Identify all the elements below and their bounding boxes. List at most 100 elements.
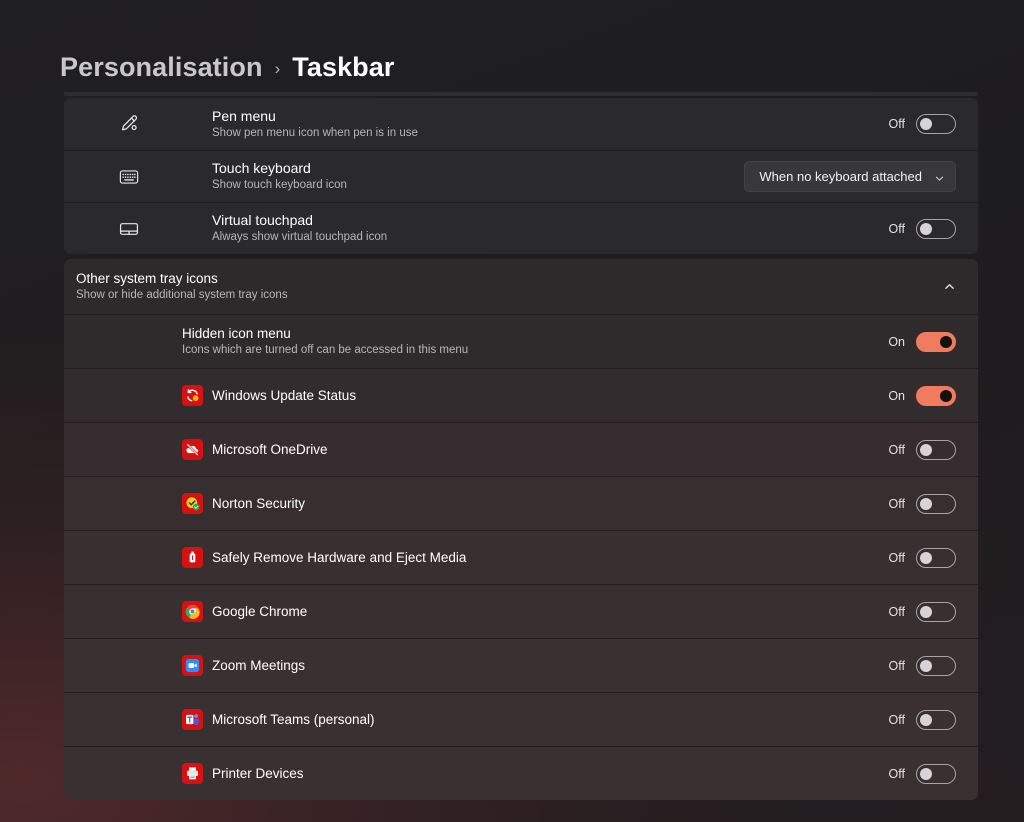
app-identity-cell: Microsoft Teams (personal): [64, 709, 375, 730]
toggle-knob: [920, 118, 932, 130]
hidden-icon-menu-toggle[interactable]: [916, 331, 956, 352]
pen-icon: [118, 113, 140, 135]
tray-app-row[interactable]: Norton Security Off: [64, 476, 978, 530]
row-title: Pen menu: [212, 107, 276, 124]
tray-app-label: Zoom Meetings: [212, 658, 306, 673]
input-icons-card: Pen menu Show pen menu icon when pen is …: [64, 98, 978, 254]
settings-row-touch-keyboard[interactable]: Touch keyboard Show touch keyboard icon …: [64, 150, 978, 202]
norton-security-icon: [182, 493, 203, 514]
tray-app-row[interactable]: Google Chrome Off: [64, 584, 978, 638]
touch-keyboard-dropdown[interactable]: When no keyboard attached: [744, 161, 956, 192]
toggle-state-label: On: [888, 388, 905, 403]
google-chrome-toggle[interactable]: [916, 601, 956, 622]
row-control-cell: Off: [886, 709, 956, 730]
tray-app-row[interactable]: Microsoft OneDrive Off: [64, 422, 978, 476]
tray-app-row[interactable]: Microsoft Teams (personal) Off: [64, 692, 978, 746]
toggle-knob: [920, 605, 932, 618]
row-text-cell: Pen menu Show pen menu icon when pen is …: [212, 108, 886, 141]
chevron-down-icon: [934, 171, 945, 182]
settings-row-hidden-icon-menu[interactable]: Hidden icon menu Icons which are turned …: [64, 314, 978, 368]
tray-app-row[interactable]: Windows Update Status On: [64, 368, 978, 422]
toggle-knob: [920, 713, 932, 726]
row-control-cell: On: [886, 385, 956, 406]
breadcrumb-separator-icon: ›: [274, 59, 281, 78]
virtual-touchpad-toggle[interactable]: [916, 218, 956, 239]
toggle-knob: [940, 335, 952, 348]
toggle-state-label: On: [888, 334, 905, 349]
norton-security-toggle[interactable]: [916, 493, 956, 514]
app-identity-cell: Norton Security: [64, 493, 305, 514]
app-identity-cell: Windows Update Status: [64, 385, 356, 406]
app-identity-cell: Google Chrome: [64, 601, 307, 622]
app-identity-cell: Microsoft OneDrive: [64, 439, 328, 460]
expander-title: Other system tray icons: [76, 271, 218, 286]
row-control-cell: Off: [886, 218, 956, 239]
tray-app-label: Printer Devices: [212, 766, 304, 781]
breadcrumb-link-personalisation[interactable]: Personalisation: [60, 52, 263, 83]
microsoft-teams-toggle[interactable]: [916, 709, 956, 730]
toggle-state-label: Off: [888, 496, 905, 511]
microsoft-onedrive-toggle[interactable]: [916, 439, 956, 460]
touchpad-icon: [118, 218, 140, 240]
row-subtitle: Show pen menu icon when pen is in use: [212, 126, 418, 139]
breadcrumb: Personalisation › Taskbar: [60, 48, 395, 86]
printer-devices-toggle[interactable]: [916, 763, 956, 784]
zoom-meetings-icon: [182, 655, 203, 676]
toggle-knob: [920, 659, 932, 672]
row-subtitle: Icons which are turned off can be access…: [182, 344, 469, 356]
toggle-state-label: Off: [888, 550, 905, 565]
toggle-state-label: Off: [888, 117, 905, 131]
row-icon-cell: [64, 218, 212, 240]
row-title: Hidden icon menu: [182, 326, 291, 341]
tray-app-row[interactable]: Safely Remove Hardware and Eject Media O…: [64, 530, 978, 584]
tray-app-row[interactable]: Zoom Meetings Off: [64, 638, 978, 692]
toggle-knob: [920, 443, 932, 456]
scrolled-card-sliver: [64, 92, 978, 96]
dropdown-selected-value: When no keyboard attached: [759, 169, 922, 184]
app-identity-cell: Printer Devices: [64, 763, 304, 784]
printer-devices-icon: [182, 763, 203, 784]
tray-app-label: Microsoft Teams (personal): [212, 712, 375, 727]
settings-row-virtual-touchpad[interactable]: Virtual touchpad Always show virtual tou…: [64, 202, 978, 254]
row-subtitle: Show touch keyboard icon: [212, 179, 347, 191]
windows-update-icon: [182, 385, 203, 406]
expander-header-other-system-tray-icons[interactable]: Other system tray icons Show or hide add…: [64, 259, 978, 314]
row-control-cell: On: [886, 331, 956, 352]
chevron-up-icon[interactable]: [943, 280, 956, 293]
app-identity-cell: Zoom Meetings: [64, 655, 305, 676]
pen-menu-toggle[interactable]: [916, 114, 956, 134]
row-control-cell: When no keyboard attached: [744, 161, 956, 192]
zoom-meetings-toggle[interactable]: [916, 655, 956, 676]
row-text-cell: Hidden icon menu Icons which are turned …: [182, 325, 886, 358]
toggle-state-label: Off: [888, 442, 905, 457]
toggle-knob: [920, 767, 932, 780]
settings-row-pen-menu[interactable]: Pen menu Show pen menu icon when pen is …: [64, 98, 978, 150]
page-title: Taskbar: [292, 51, 395, 82]
onedrive-paused-icon: [182, 439, 203, 460]
row-title: Touch keyboard: [212, 160, 311, 176]
row-title: Virtual touchpad: [212, 212, 313, 228]
safely-remove-hardware-icon: [182, 547, 203, 568]
expander-text-cell: Other system tray icons Show or hide add…: [76, 270, 288, 303]
app-identity-cell: Safely Remove Hardware and Eject Media: [64, 547, 466, 568]
row-control-cell: Off: [886, 114, 956, 134]
toggle-state-label: Off: [888, 658, 905, 673]
taskbar-settings-page: Personalisation › Taskbar Pen menu Show …: [0, 0, 1024, 822]
tray-app-label: Microsoft OneDrive: [212, 442, 328, 457]
row-control-cell: Off: [886, 655, 956, 676]
expander-subtitle: Show or hide additional system tray icon…: [76, 289, 288, 301]
row-control-cell: Off: [886, 493, 956, 514]
toggle-knob: [920, 551, 932, 564]
row-text-cell: Virtual touchpad Always show virtual tou…: [212, 212, 886, 245]
windows-update-status-toggle[interactable]: [916, 385, 956, 406]
row-control-cell: Off: [886, 763, 956, 784]
tray-app-label: Norton Security: [212, 496, 306, 511]
toggle-knob: [920, 222, 932, 235]
toggle-knob: [940, 389, 952, 402]
toggle-knob: [920, 497, 932, 510]
safely-remove-hardware-toggle[interactable]: [916, 547, 956, 568]
row-icon-cell: [64, 113, 212, 135]
other-system-tray-icons-card: Other system tray icons Show or hide add…: [64, 259, 978, 800]
tray-app-row[interactable]: Printer Devices Off: [64, 746, 978, 800]
tray-app-label: Safely Remove Hardware and Eject Media: [212, 550, 467, 565]
